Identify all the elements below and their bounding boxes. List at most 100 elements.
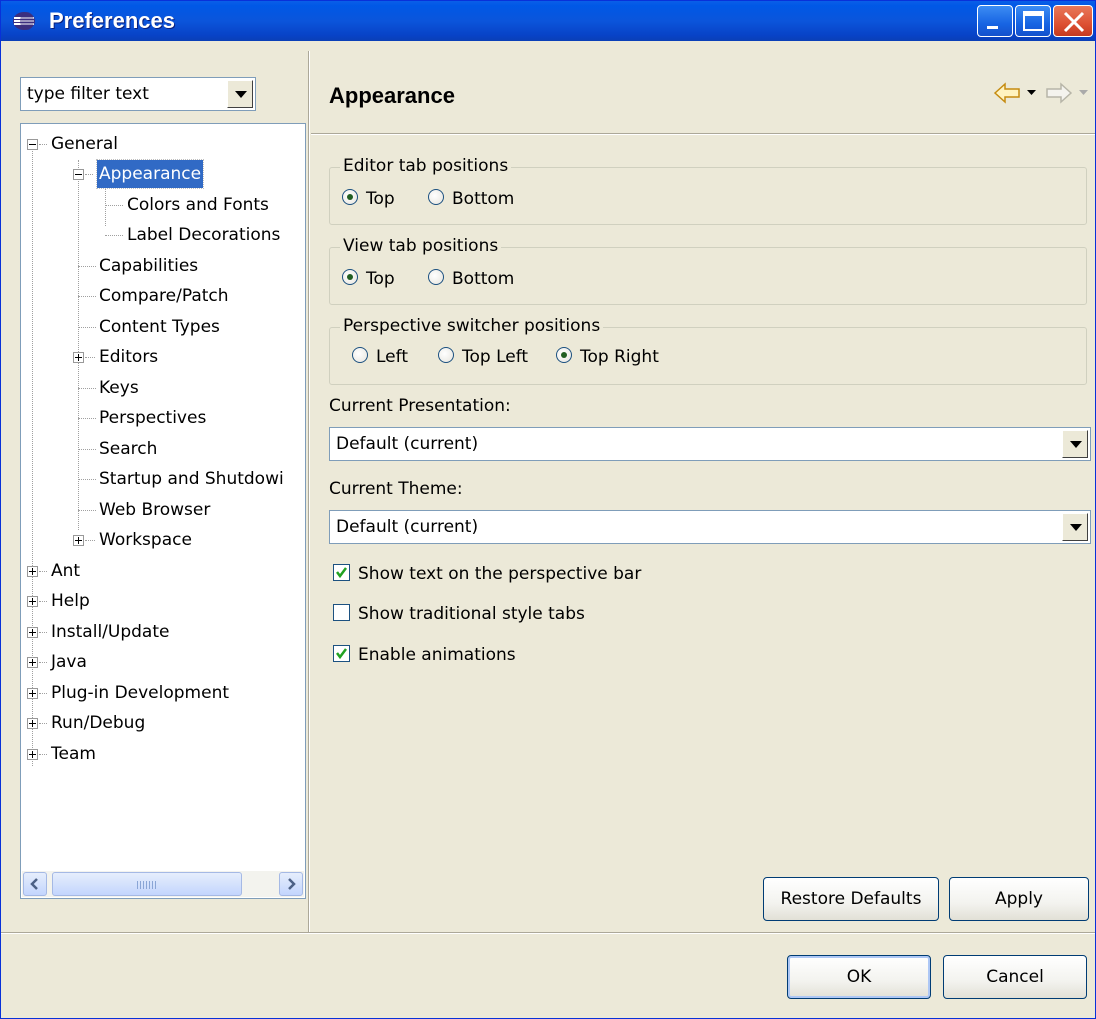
- tree-item-label: General: [51, 134, 118, 154]
- presentation-combo[interactable]: Default (current): [329, 427, 1091, 461]
- checkbox-icon[interactable]: [333, 603, 350, 621]
- chevron-down-icon: [1070, 524, 1082, 531]
- expand-icon[interactable]: [27, 657, 38, 668]
- presentation-dropdown-button[interactable]: [1062, 430, 1088, 458]
- switcher-top-right-radio[interactable]: Top Right: [556, 344, 659, 370]
- filter-combo[interactable]: type filter text: [20, 77, 256, 111]
- filter-dropdown-button[interactable]: [227, 80, 253, 108]
- tree-guide-line: [32, 144, 33, 766]
- perspective-switcher-group: Perspective switcher positions Left Top …: [329, 316, 1087, 385]
- preference-page: Appearance Editor tab positions Top Bott…: [311, 51, 1095, 932]
- radio-icon[interactable]: [556, 347, 572, 363]
- current-presentation-label: Current Presentation:: [329, 396, 511, 416]
- back-dropdown-icon[interactable]: [1027, 89, 1037, 97]
- expand-icon[interactable]: [27, 627, 38, 638]
- radio-icon[interactable]: [428, 269, 444, 285]
- checkbox-icon[interactable]: [333, 563, 350, 581]
- ok-button[interactable]: OK: [787, 955, 931, 999]
- expand-icon[interactable]: [27, 718, 38, 729]
- forward-arrow-icon[interactable]: [1043, 81, 1073, 105]
- navigation-pane: type filter text General Appearance Colo: [10, 51, 306, 932]
- radio-label: Bottom: [452, 189, 515, 209]
- tree-connector: [39, 601, 47, 602]
- horizontal-scrollbar[interactable]: [22, 871, 304, 897]
- tree-connector: [78, 296, 96, 297]
- title-bar[interactable]: Preferences: [1, 1, 1095, 41]
- tree-item-label: Content Types: [99, 317, 220, 337]
- radio-label: Left: [376, 347, 408, 367]
- expand-icon[interactable]: [27, 749, 38, 760]
- filter-input[interactable]: type filter text: [27, 84, 149, 104]
- tree-connector: [39, 632, 47, 633]
- chevron-left-icon: [30, 878, 38, 890]
- back-arrow-icon[interactable]: [993, 81, 1023, 105]
- view-tab-bottom-radio[interactable]: Bottom: [428, 266, 514, 292]
- preferences-tree[interactable]: General Appearance Colors and Fonts Labe…: [20, 123, 306, 899]
- close-button[interactable]: [1053, 5, 1093, 37]
- collapse-icon[interactable]: [73, 169, 84, 180]
- view-tab-top-radio[interactable]: Top: [342, 266, 395, 292]
- editor-tab-bottom-radio[interactable]: Bottom: [428, 186, 514, 212]
- editor-tab-top-radio[interactable]: Top: [342, 186, 395, 212]
- apply-button[interactable]: Apply: [949, 877, 1089, 921]
- tree-connector: [78, 266, 96, 267]
- cancel-button[interactable]: Cancel: [943, 955, 1087, 999]
- tree-connector: [78, 327, 96, 328]
- traditional-tabs-checkbox[interactable]: Show traditional style tabs: [333, 601, 585, 627]
- tree-connector: [39, 144, 47, 145]
- radio-label: Top: [366, 269, 395, 289]
- radio-icon[interactable]: [352, 347, 368, 363]
- theme-combo[interactable]: Default (current): [329, 510, 1091, 544]
- radio-icon[interactable]: [438, 347, 454, 363]
- switcher-top-left-radio[interactable]: Top Left: [438, 344, 528, 370]
- scroll-left-button[interactable]: [23, 872, 47, 896]
- pane-divider[interactable]: [308, 51, 310, 932]
- expand-icon[interactable]: [73, 352, 84, 363]
- radio-icon[interactable]: [342, 269, 358, 285]
- show-text-checkbox[interactable]: Show text on the perspective bar: [333, 561, 641, 587]
- tree-item-label: Perspectives: [99, 408, 207, 428]
- checkbox-label: Enable animations: [358, 645, 516, 665]
- tree-item-label: Team: [51, 744, 96, 764]
- minimize-icon: [987, 26, 998, 29]
- tree-guide-line: [78, 160, 79, 530]
- tree-connector: [39, 571, 47, 572]
- tree-connector: [39, 754, 47, 755]
- expand-icon[interactable]: [27, 596, 38, 607]
- checkbox-label: Show traditional style tabs: [358, 604, 585, 624]
- page-header: Appearance: [311, 51, 1095, 131]
- tree-item-label: Appearance: [95, 159, 205, 189]
- theme-dropdown-button[interactable]: [1062, 513, 1088, 541]
- tree-connector: [78, 388, 96, 389]
- minimize-button[interactable]: [977, 5, 1013, 37]
- preferences-window: Preferences type filter text General App…: [0, 0, 1096, 1019]
- restore-defaults-button[interactable]: Restore Defaults: [763, 877, 939, 921]
- checkbox-icon[interactable]: [333, 644, 350, 662]
- maximize-button[interactable]: [1015, 5, 1051, 37]
- tree-connector: [39, 693, 47, 694]
- expand-icon[interactable]: [27, 566, 38, 577]
- group-legend: Editor tab positions: [340, 156, 512, 176]
- radio-icon[interactable]: [342, 189, 358, 205]
- tree-connector: [78, 479, 96, 480]
- chevron-right-icon: [288, 878, 296, 890]
- current-theme-label: Current Theme:: [329, 479, 463, 499]
- radio-icon[interactable]: [428, 189, 444, 205]
- tree-connector: [78, 510, 96, 511]
- forward-dropdown-icon[interactable]: [1079, 89, 1089, 97]
- editor-tab-positions-group: Editor tab positions Top Bottom: [329, 156, 1087, 225]
- enable-animations-checkbox[interactable]: Enable animations: [333, 642, 516, 668]
- tree-item-label: Label Decorations: [127, 225, 281, 245]
- expand-icon[interactable]: [73, 535, 84, 546]
- expand-icon[interactable]: [27, 688, 38, 699]
- tree-item-label: Run/Debug: [51, 713, 146, 733]
- switcher-left-radio[interactable]: Left: [352, 344, 408, 370]
- scroll-thumb[interactable]: [52, 872, 242, 896]
- tree-item-label: Editors: [99, 347, 159, 367]
- collapse-icon[interactable]: [27, 139, 38, 150]
- tree-item-label: Java: [51, 652, 87, 672]
- tree-connector: [85, 540, 95, 541]
- tree-item-label: Help: [51, 591, 90, 611]
- tree-item-label: Colors and Fonts: [127, 195, 269, 215]
- scroll-right-button[interactable]: [279, 872, 303, 896]
